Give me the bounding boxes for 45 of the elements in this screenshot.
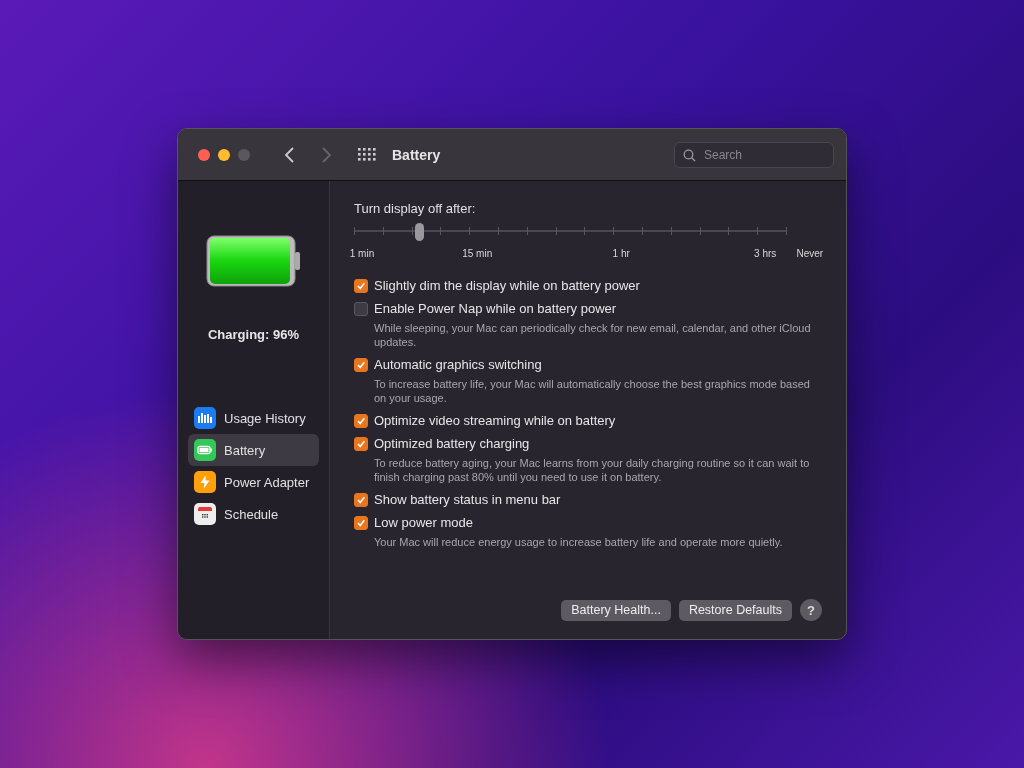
checkbox[interactable] xyxy=(354,493,368,507)
back-icon[interactable] xyxy=(284,145,296,164)
checkbox[interactable] xyxy=(354,358,368,372)
checkbox[interactable] xyxy=(354,414,368,428)
display-off-slider[interactable] xyxy=(354,222,786,240)
window-title: Battery xyxy=(392,146,441,163)
sidebar-item[interactable]: Schedule xyxy=(188,498,319,530)
option-label: Enable Power Nap while on battery power xyxy=(374,301,618,316)
option-label: Low power mode xyxy=(374,515,474,530)
minimize-button[interactable] xyxy=(218,148,230,161)
tick-label: 1 min xyxy=(349,248,375,259)
tick-label: 15 min xyxy=(462,248,493,259)
push-button[interactable]: Battery Health... xyxy=(561,599,671,621)
option-label: Automatic graphics switching xyxy=(374,357,543,372)
tick-label: 1 hr xyxy=(612,248,630,259)
bar-chart-icon xyxy=(194,407,216,429)
help-button[interactable]: ? xyxy=(800,599,822,621)
checkbox[interactable] xyxy=(354,302,368,316)
option-description: While sleeping, your Mac can periodically check for new email, calendar, and other iCloud updates. xyxy=(374,321,812,349)
option-label: Optimize video streaming while on battery xyxy=(374,413,616,428)
battery-icon xyxy=(194,439,216,461)
slider-label: Turn display off after: xyxy=(354,201,477,216)
option-description: Your Mac will reduce energy usage to increase battery life and operate more quietly. xyxy=(374,535,783,549)
option-label: Show battery status in menu bar xyxy=(374,492,561,507)
sidebar-item[interactable]: Usage History xyxy=(188,402,319,434)
grid-icon[interactable] xyxy=(358,147,376,162)
checkbox[interactable] xyxy=(354,279,368,293)
option-label: Optimized battery charging xyxy=(374,436,531,451)
tick-label: 3 hrs xyxy=(754,248,777,259)
close-button[interactable] xyxy=(198,148,210,161)
search-icon xyxy=(683,148,696,162)
option-description: To increase battery life, your Mac will automatically choose the best graphics mode based on your usage. xyxy=(374,377,811,405)
option-description: To reduce battery aging, your Mac learns from your daily charging routine so it can wait to finish charging past 80% until you need to use it on battery. xyxy=(374,456,811,484)
option-label: Slightly dim the display while on battery power xyxy=(374,278,640,293)
checkbox[interactable] xyxy=(354,437,368,451)
search-field[interactable]: Search xyxy=(674,141,834,168)
lightning-bolt-icon xyxy=(194,471,216,493)
sidebar-item[interactable]: Power Adapter xyxy=(188,466,319,498)
slider-thumb[interactable] xyxy=(414,223,424,241)
sidebar-item[interactable]: Battery xyxy=(188,434,319,466)
push-button[interactable]: Restore Defaults xyxy=(678,599,792,621)
checkbox[interactable] xyxy=(354,516,368,530)
tick-label: Never xyxy=(796,248,824,259)
calendar-icon xyxy=(194,503,216,525)
charging-status: Charging: 96% xyxy=(207,327,300,342)
